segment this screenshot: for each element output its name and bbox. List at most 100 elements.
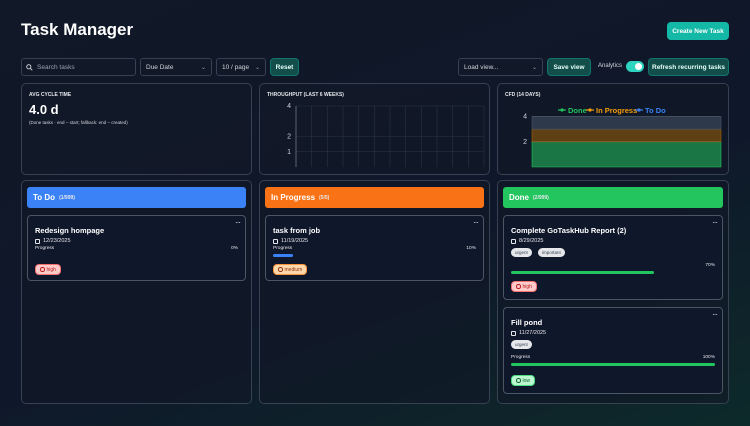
task-name: Redesign hompage: [35, 226, 105, 235]
priority-text: medium: [284, 266, 303, 273]
calendar-icon: [35, 238, 40, 244]
progress-bar: [511, 363, 715, 366]
more-icon[interactable]: ···: [473, 218, 479, 227]
reset-button[interactable]: Reset: [270, 58, 299, 76]
legend-marker: [560, 108, 564, 112]
progress-bar: [273, 254, 476, 257]
cycle-time-panel: AVG CYCLE TIME 4.0 d (Done tasks · end −…: [21, 83, 252, 175]
task-card[interactable]: ··· task from job 11/19/2025 Progress 10…: [265, 215, 484, 281]
chevron-down-icon: ⌄: [200, 64, 206, 71]
calendar-icon: [511, 330, 516, 336]
task-name: Fill pond: [511, 318, 543, 327]
legend-label: Done: [568, 106, 587, 115]
cfd-area-in-progress: [531, 128, 722, 143]
progress-bar: [511, 271, 715, 274]
view-select-value: Load view...: [464, 63, 499, 71]
progress-label: Progress: [35, 246, 55, 251]
column-done: Done (2/999) ··· Complete GoTaskHub Repo…: [497, 180, 729, 404]
progress-value: 70%: [705, 263, 715, 268]
progress-label: Progress: [511, 355, 531, 360]
task-name: task from job: [273, 226, 321, 235]
task-date-text: 8/29/2025: [519, 238, 544, 244]
sort-select[interactable]: Due Date ⌄: [140, 58, 212, 76]
throughput-chart: 4 2 1: [287, 103, 485, 167]
tag: urgent: [511, 340, 532, 349]
column-todo: To Do (1/999) ··· Redesign hompage 12/23…: [21, 180, 252, 404]
column-name: Done: [509, 193, 529, 202]
create-task-button[interactable]: Create New Task: [667, 22, 729, 40]
task-date-text: 11/19/2025: [281, 238, 309, 244]
column-count: (1/999): [59, 194, 75, 201]
cycle-time-label: AVG CYCLE TIME: [29, 92, 72, 98]
task-date: 12/23/2025: [35, 238, 71, 244]
priority-badge: low: [511, 375, 536, 386]
analytics-label: Analytics: [598, 63, 623, 69]
column-name: In Progress: [271, 193, 316, 202]
calendar-icon: [511, 238, 516, 244]
progress-value: 100%: [702, 355, 715, 360]
column-name: To Do: [33, 193, 56, 202]
priority-badge: high: [511, 281, 537, 292]
search-icon: [26, 63, 33, 71]
task-card[interactable]: ··· Fill pond 11/27/2025 urgent Progress…: [503, 307, 723, 394]
priority-text: low: [522, 377, 531, 384]
sort-value: Due Date: [146, 63, 174, 71]
chevron-down-icon: ⌄: [254, 64, 260, 71]
task-date: 8/29/2025: [511, 238, 543, 244]
column-count: (5/5): [319, 194, 330, 201]
task-date-text: 11/27/2025: [519, 330, 547, 336]
page-title: Task Manager: [21, 20, 134, 39]
y-tick-label: 4: [523, 114, 527, 121]
cycle-time-note: (Done tasks · end − start; fallback: end…: [29, 120, 128, 125]
toggle-knob: [635, 63, 642, 70]
progress-fill: [511, 271, 654, 274]
progress-fill: [511, 363, 715, 366]
more-icon[interactable]: ···: [712, 310, 718, 319]
priority-text: high: [46, 266, 56, 273]
calendar-icon: [273, 238, 278, 244]
priority-icon: [40, 267, 45, 272]
y-tick-label: 2: [287, 134, 291, 141]
task-name: Complete GoTaskHub Report (2): [511, 226, 627, 235]
cfd-chart: 4 2 Done In Progress To Do: [523, 106, 722, 168]
y-tick-label: 4: [287, 103, 291, 110]
task-card[interactable]: ··· Redesign hompage 12/23/2025 Progress…: [27, 215, 246, 281]
more-icon[interactable]: ···: [712, 218, 718, 227]
analytics-toggle[interactable]: [626, 61, 644, 72]
search-input[interactable]: Search tasks: [21, 58, 136, 76]
cfd-panel: CFD (14 DAYS) 4 2 Done In Progress To Do: [497, 83, 729, 175]
refresh-recurring-button[interactable]: Refresh recurring tasks: [648, 58, 729, 76]
cfd-area-to-do: [531, 116, 722, 130]
priority-icon: [516, 284, 521, 289]
y-tick-label: 2: [523, 139, 527, 146]
progress-label: Progress: [273, 246, 293, 251]
throughput-panel: THROUGHPUT (LAST 6 WEEKS) 421: [259, 83, 490, 175]
cycle-time-value: 4.0 d: [29, 102, 59, 117]
page-size-value: 10 / page: [222, 63, 250, 71]
search-placeholder: Search tasks: [37, 63, 75, 71]
page-size-select[interactable]: 10 / page ⌄: [216, 58, 266, 76]
legend-label: In Progress: [596, 106, 637, 115]
save-view-button[interactable]: Save view: [547, 58, 591, 76]
progress-fill: [273, 254, 294, 257]
legend-marker: [588, 108, 592, 112]
task-date: 11/27/2025: [511, 330, 546, 336]
column-header-done: Done (2/999): [503, 187, 723, 208]
view-select[interactable]: Load view... ⌄: [458, 58, 543, 76]
tag: urgent: [511, 248, 532, 257]
chevron-down-icon: ⌄: [531, 64, 537, 71]
tag: important: [538, 248, 565, 257]
y-tick-label: 1: [287, 149, 291, 156]
task-date: 11/19/2025: [273, 238, 308, 244]
priority-badge: high: [35, 264, 61, 275]
task-card[interactable]: ··· Complete GoTaskHub Report (2) 8/29/2…: [503, 215, 723, 300]
legend-marker: [637, 108, 641, 112]
cfd-area-done: [531, 141, 722, 168]
column-count: (2/999): [533, 194, 549, 201]
priority-badge: medium: [273, 264, 308, 275]
priority-icon: [278, 267, 283, 272]
column-inprogress: In Progress (5/5) ··· task from job 11/1…: [259, 180, 490, 404]
more-icon[interactable]: ···: [235, 218, 241, 227]
task-date-text: 12/23/2025: [43, 238, 71, 244]
legend-label: To Do: [645, 106, 666, 115]
